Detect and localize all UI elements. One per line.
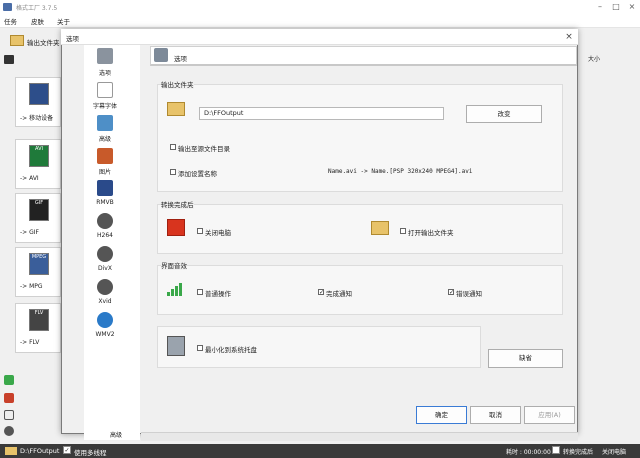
nav-xvid[interactable]: Xvid — [84, 298, 126, 305]
category-label: -> GIF — [20, 229, 39, 236]
category-label: -> AVI — [20, 175, 39, 182]
advanced-icon[interactable] — [97, 115, 113, 131]
ok-button[interactable]: 确定 — [416, 406, 467, 424]
tools-icon[interactable] — [4, 426, 14, 436]
audio-category-icon[interactable] — [4, 375, 14, 385]
dialog-close-icon[interactable]: × — [563, 31, 575, 43]
rmvb-icon[interactable] — [97, 180, 113, 196]
nav-h264[interactable]: H264 — [84, 232, 126, 239]
elapsed-time: 耗时 : 00:00:00 — [506, 449, 551, 456]
mobile-device-icon — [29, 83, 49, 105]
picture-icon[interactable] — [97, 148, 113, 164]
nav-wmv2[interactable]: WMV2 — [84, 331, 126, 338]
category-label: -> 移动设备 — [20, 115, 54, 122]
error-notify-checkbox[interactable]: ✓ — [448, 289, 454, 296]
tray-icon — [167, 336, 185, 356]
folder-icon[interactable] — [10, 35, 24, 46]
open-output-label: 打开输出文件夹 — [408, 229, 454, 237]
output-path-input[interactable]: D:\FFOutput — [199, 107, 444, 120]
rom-device-icon[interactable] — [4, 410, 14, 420]
minimize-tray-label: 最小化到系统托盘 — [205, 346, 257, 354]
normal-op-checkbox[interactable] — [197, 289, 203, 295]
close-icon[interactable]: × — [626, 2, 638, 12]
apply-button[interactable]: 应用(A) — [524, 406, 575, 424]
video-category-icon[interactable] — [0, 52, 16, 68]
nav-picture[interactable]: 图片 — [84, 167, 126, 176]
add-setting-name-label: 添加设置名称 — [178, 170, 217, 178]
nav-subtitle-font[interactable]: 字幕字体 — [84, 101, 126, 110]
after-done-checkbox[interactable] — [552, 446, 560, 454]
menu-about[interactable]: 关于 — [57, 16, 70, 26]
menu-skin[interactable]: 皮肤 — [31, 16, 44, 26]
menu-task[interactable]: 任务 — [4, 16, 17, 26]
nav-advanced-bottom[interactable]: 高级 — [110, 430, 122, 439]
category-avi[interactable]: AVI -> AVI — [15, 139, 61, 189]
cancel-button[interactable]: 取消 — [470, 406, 521, 424]
folder-icon — [371, 221, 389, 235]
page-title: 选项 — [174, 55, 187, 63]
folder-icon[interactable] — [5, 447, 17, 455]
shutdown-status-label: 关闭电脑 — [602, 449, 627, 456]
subtitle-font-icon[interactable] — [97, 82, 113, 98]
done-notify-label: 完成通知 — [326, 290, 352, 298]
nav-divx[interactable]: DivX — [84, 265, 126, 272]
default-button[interactable]: 缺省 — [488, 349, 563, 368]
naming-example: Name.avi -> Name.[PSP 320x240 MPEG4].avi — [328, 168, 473, 175]
shutdown-icon — [167, 219, 185, 236]
category-mpg[interactable]: MPEG -> MPG — [15, 247, 61, 297]
mpg-file-icon: MPEG — [29, 253, 49, 275]
flv-file-icon: FLV — [29, 309, 49, 331]
normal-op-label: 普通操作 — [205, 290, 231, 298]
nav-options[interactable]: 选项 — [84, 68, 126, 77]
error-notify-label: 错误通知 — [456, 290, 482, 298]
options-icon[interactable] — [97, 48, 113, 64]
status-output-path[interactable]: D:\FFOutput — [20, 447, 59, 455]
after-done-label: 转换完成后 — [563, 449, 594, 456]
signal-bars-icon — [167, 282, 185, 296]
multithread-checkbox[interactable]: ✓ — [63, 446, 71, 454]
output-to-source-label: 输出至源文件目录 — [178, 145, 230, 153]
column-size[interactable]: 大小 — [588, 54, 600, 63]
group-title: 输出文件夹 — [161, 79, 194, 89]
dialog-title: 选项 — [66, 35, 79, 43]
menu-bar — [0, 14, 640, 28]
category-label: -> FLV — [20, 339, 40, 346]
group-title: 界面音效 — [161, 260, 187, 270]
group-title: 转换完成后 — [161, 199, 194, 209]
app-logo-icon — [3, 3, 12, 11]
divx-icon[interactable] — [97, 246, 113, 262]
shutdown-label: 关闭电脑 — [205, 229, 231, 237]
page-header — [150, 46, 577, 66]
add-setting-name-checkbox[interactable] — [170, 169, 176, 175]
minimize-tray-checkbox[interactable] — [197, 345, 203, 351]
dialog-titlebar — [61, 29, 578, 45]
category-label: -> MPG — [20, 283, 43, 290]
output-to-source-checkbox[interactable] — [170, 144, 176, 150]
open-output-checkbox[interactable] — [400, 228, 406, 234]
nav-rmvb[interactable]: RMVB — [84, 199, 126, 206]
options-icon — [154, 48, 168, 62]
multithread-label: 使用多线程 — [74, 449, 107, 457]
category-gif[interactable]: GIF -> GIF — [15, 193, 61, 243]
gif-file-icon: GIF — [29, 199, 49, 221]
done-notify-checkbox[interactable]: ✓ — [318, 289, 324, 296]
horizontal-scrollbar[interactable] — [141, 432, 578, 441]
image-category-icon[interactable] — [4, 393, 14, 403]
maximize-icon[interactable]: □ — [610, 2, 622, 12]
minimize-icon[interactable]: – — [594, 2, 606, 12]
h264-icon[interactable] — [97, 213, 113, 229]
xvid-icon[interactable] — [97, 279, 113, 295]
app-title: 格式工厂 3.7.5 — [16, 5, 58, 12]
category-mobile[interactable]: -> 移动设备 — [15, 77, 61, 127]
folder-icon — [167, 102, 185, 116]
wmv2-icon[interactable] — [97, 312, 113, 328]
category-flv[interactable]: FLV -> FLV — [15, 303, 61, 353]
shutdown-checkbox[interactable] — [197, 228, 203, 234]
change-button[interactable]: 改变 — [466, 105, 542, 123]
app-titlebar — [0, 0, 640, 14]
output-folder-group — [157, 84, 563, 192]
nav-advanced[interactable]: 高级 — [84, 134, 126, 143]
avi-file-icon: AVI — [29, 145, 49, 167]
output-folder-button[interactable]: 输出文件夹 — [27, 37, 60, 47]
